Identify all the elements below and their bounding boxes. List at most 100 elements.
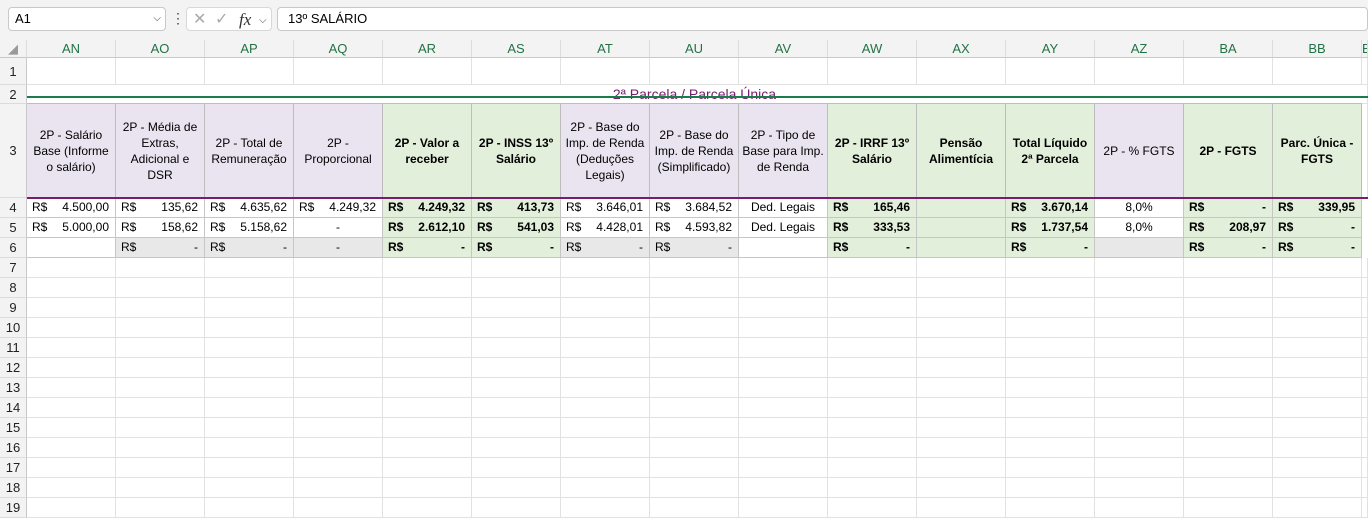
cell[interactable] (1184, 378, 1273, 398)
data-cell-bb6[interactable]: R$ - (1273, 238, 1362, 258)
cell[interactable] (650, 398, 739, 418)
cell[interactable] (828, 318, 917, 338)
cell[interactable] (472, 278, 561, 298)
cell[interactable] (116, 398, 205, 418)
cell[interactable] (739, 458, 828, 478)
cell[interactable] (828, 298, 917, 318)
cell[interactable] (739, 258, 828, 278)
cell[interactable] (205, 58, 294, 85)
cell[interactable] (1095, 258, 1184, 278)
cell[interactable] (383, 298, 472, 318)
cell[interactable] (1184, 498, 1273, 518)
cell[interactable] (739, 418, 828, 438)
row-header-10[interactable]: 10 (0, 318, 27, 338)
cell[interactable] (1273, 438, 1362, 458)
cell[interactable] (828, 418, 917, 438)
cell[interactable] (27, 478, 116, 498)
cell[interactable] (383, 358, 472, 378)
cell[interactable] (1184, 438, 1273, 458)
data-cell-as4[interactable]: R$ 413,73 (472, 198, 561, 218)
data-cell-ao4[interactable]: R$ 135,62 (116, 198, 205, 218)
cell[interactable] (294, 478, 383, 498)
cell[interactable] (917, 498, 1006, 518)
cell[interactable] (1006, 458, 1095, 478)
data-cell-ao5[interactable]: R$ 158,62 (116, 218, 205, 238)
row-header-6[interactable]: 6 (0, 238, 27, 258)
cell[interactable] (472, 498, 561, 518)
cell[interactable] (650, 318, 739, 338)
cell[interactable] (1006, 338, 1095, 358)
cell[interactable] (917, 378, 1006, 398)
cell[interactable] (294, 278, 383, 298)
row-header-7[interactable]: 7 (0, 258, 27, 278)
cell[interactable] (1095, 398, 1184, 418)
cell[interactable] (294, 258, 383, 278)
cell[interactable] (27, 438, 116, 458)
row-header-8[interactable]: 8 (0, 278, 27, 298)
cell[interactable] (739, 478, 828, 498)
column-header-as[interactable]: AS (472, 40, 561, 58)
cell[interactable] (1095, 278, 1184, 298)
cell[interactable] (1184, 298, 1273, 318)
cell[interactable] (561, 398, 650, 418)
cell[interactable] (739, 318, 828, 338)
cell[interactable] (561, 458, 650, 478)
cell[interactable] (1095, 498, 1184, 518)
column-header-ao[interactable]: AO (116, 40, 205, 58)
cell[interactable] (383, 278, 472, 298)
cell[interactable] (1362, 478, 1368, 498)
cell[interactable] (27, 58, 116, 85)
cell[interactable] (294, 58, 383, 85)
cell[interactable] (561, 498, 650, 518)
cell[interactable] (917, 478, 1006, 498)
cell[interactable] (383, 58, 472, 85)
cell[interactable] (1006, 398, 1095, 418)
cell[interactable] (828, 458, 917, 478)
cell[interactable] (27, 358, 116, 378)
cell[interactable] (828, 338, 917, 358)
cell[interactable] (1362, 438, 1368, 458)
column-header-an[interactable]: AN (27, 40, 116, 58)
data-cell-av6[interactable] (739, 238, 828, 258)
cell[interactable] (1273, 318, 1362, 338)
cell[interactable] (1006, 438, 1095, 458)
cell[interactable] (1095, 478, 1184, 498)
cell[interactable] (1095, 338, 1184, 358)
chevron-down-icon[interactable]: ⌵ (153, 8, 161, 30)
cell[interactable] (739, 278, 828, 298)
data-cell-ay4[interactable]: R$ 3.670,14 (1006, 198, 1095, 218)
cell[interactable] (27, 258, 116, 278)
cell[interactable] (383, 338, 472, 358)
cell[interactable] (1006, 258, 1095, 278)
cell[interactable] (650, 258, 739, 278)
cell[interactable] (116, 438, 205, 458)
cell[interactable] (1362, 85, 1368, 104)
cell[interactable] (1006, 358, 1095, 378)
cell[interactable] (1184, 258, 1273, 278)
cell[interactable] (116, 458, 205, 478)
cell[interactable] (472, 58, 561, 85)
row-header-17[interactable]: 17 (0, 458, 27, 478)
header-cell-as[interactable]: 2P - INSS 13º Salário (472, 104, 561, 198)
cell[interactable] (650, 378, 739, 398)
data-cell-ap4[interactable]: R$ 4.635,62 (205, 198, 294, 218)
cell[interactable] (205, 398, 294, 418)
cell[interactable] (828, 358, 917, 378)
cell[interactable] (739, 378, 828, 398)
cell[interactable] (27, 278, 116, 298)
cell[interactable] (472, 258, 561, 278)
data-cell-ar5[interactable]: R$ 2.612,10 (383, 218, 472, 238)
cell[interactable] (1184, 478, 1273, 498)
cell[interactable] (205, 458, 294, 478)
cell[interactable] (205, 298, 294, 318)
cell[interactable] (1006, 58, 1095, 85)
cell[interactable] (383, 498, 472, 518)
column-header-ba[interactable]: BA (1184, 40, 1273, 58)
cell[interactable] (650, 418, 739, 438)
cell[interactable] (1006, 498, 1095, 518)
cell[interactable] (205, 438, 294, 458)
cell[interactable] (116, 278, 205, 298)
fx-icon[interactable]: fx (239, 10, 251, 30)
cell[interactable] (472, 338, 561, 358)
data-cell-ap6[interactable]: R$ - (205, 238, 294, 258)
